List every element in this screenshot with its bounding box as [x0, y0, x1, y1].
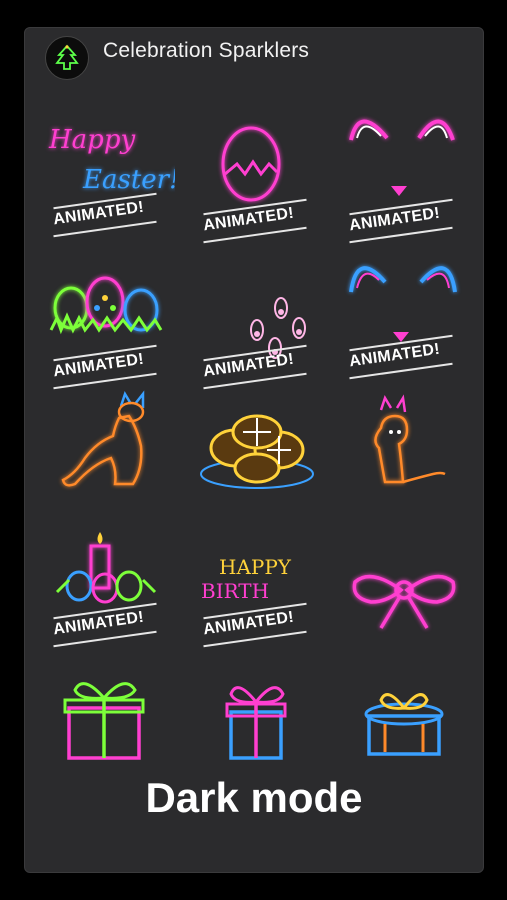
sticker-panel: Celebration Sparklers Happy Easter! ANIM… — [24, 27, 484, 873]
sticker-cat-with-ears[interactable] — [45, 388, 175, 508]
sticker-bunny-ears-blue[interactable]: ANIMATED! — [341, 238, 471, 380]
sticker-gift-blue[interactable] — [341, 668, 471, 788]
sticker-happy-easter[interactable]: Happy Easter! ANIMATED! — [45, 116, 175, 238]
sticker-pink-bow[interactable] — [341, 528, 471, 648]
happy-text: HAPPY — [219, 555, 292, 579]
animated-badge: ANIMATED! — [348, 198, 459, 244]
animated-badge: ANIMATED! — [52, 192, 163, 238]
sticker-bunny-footprints[interactable]: ANIMATED! — [195, 268, 325, 390]
sticker-candle-eggs[interactable]: ANIMATED! — [45, 528, 175, 648]
mode-label: Dark mode — [145, 774, 363, 821]
sticker-bunny-ears-pink[interactable]: ANIMATED! — [341, 104, 471, 244]
sticker-gift-green[interactable] — [45, 668, 175, 788]
birth-text: BIRTH — [201, 579, 269, 603]
animated-badge: ANIMATED! — [52, 602, 163, 648]
sticker-easter-eggs-grass[interactable]: ANIMATED! — [45, 268, 175, 390]
animated-badge: ANIMATED! — [202, 602, 313, 648]
animated-badge: ANIMATED! — [348, 334, 459, 380]
sticker-happy-birth[interactable]: HAPPY BIRTH ANIMATED! — [195, 528, 325, 648]
animated-badge: ANIMATED! — [202, 344, 313, 390]
sticker-gift-pink[interactable] — [195, 668, 325, 788]
animated-badge: ANIMATED! — [202, 198, 313, 244]
happy-text: Happy — [48, 125, 135, 155]
animated-badge: ANIMATED! — [52, 344, 163, 390]
sticker-neon-egg[interactable]: ANIMATED! — [195, 116, 325, 244]
panel-header: Celebration Sparklers — [25, 28, 483, 80]
christmas-tree-icon — [45, 36, 89, 80]
sticker-hot-cross-buns[interactable] — [195, 388, 325, 508]
easter-text: Easter! — [82, 165, 175, 195]
sticker-dog-with-ears[interactable] — [341, 388, 471, 508]
panel-title: Celebration Sparklers — [103, 39, 310, 62]
